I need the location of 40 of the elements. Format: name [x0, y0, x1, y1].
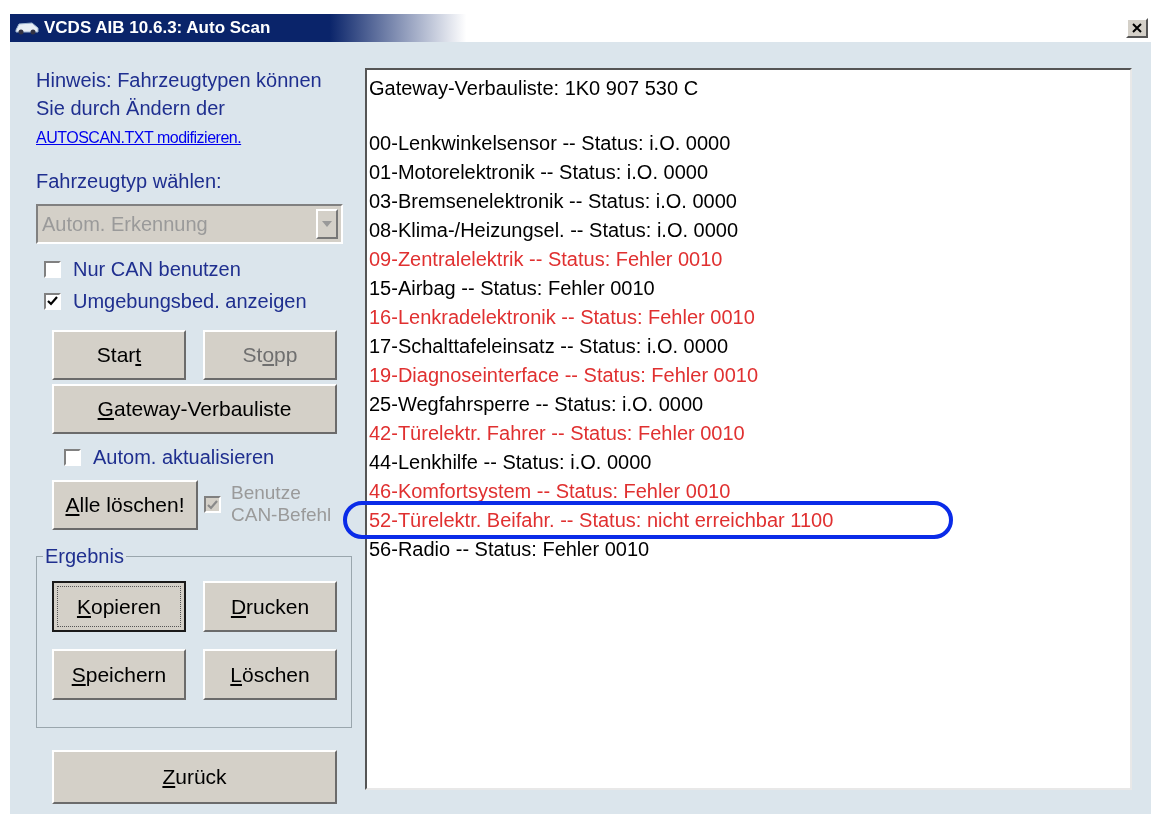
output-line: 25-Wegfahrsperre -- Status: i.O. 0000 [369, 393, 704, 415]
output-line: 16-Lenkradelektronik -- Status: Fehler 0010 [369, 306, 755, 328]
option-label: Nur CAN benutzen [73, 257, 241, 282]
output-line: 46-Komfortsystem -- Status: Fehler 0010 [369, 480, 731, 502]
output-line: 19-Diagnoseinterface -- Status: Fehler 0010 [369, 364, 759, 386]
checkbox[interactable] [64, 448, 81, 466]
output-line: 00-Lenkwinkelsensor -- Status: i.O. 0000 [369, 132, 731, 154]
checkmark-icon [47, 296, 58, 306]
result-button[interactable]: Kopieren [52, 581, 186, 632]
option-label: Umgebungsbed. anzeigen [73, 289, 307, 314]
output-line: 56-Radio -- Status: Fehler 0010 [369, 538, 650, 560]
window-title: VCDS AIB 10.6.3: Auto Scan [44, 17, 271, 40]
close-button[interactable] [1126, 18, 1148, 38]
output-line: 17-Schalttafeleinsatz -- Status: i.O. 0000 [369, 335, 729, 357]
start-button[interactable]: Start [52, 330, 186, 380]
checkbox[interactable] [44, 260, 61, 278]
auto-update-label: Autom. aktualisieren [93, 445, 275, 470]
vehicle-type-label: Fahrzeugtyp wählen: [36, 169, 223, 194]
result-button[interactable]: Löschen [203, 649, 337, 700]
output-line: 42-Türelektr. Fahrer -- Status: Fehler 0010 [369, 422, 745, 444]
checkbox[interactable] [44, 292, 61, 310]
close-icon [1132, 23, 1142, 33]
output-line: 03-Bremsenelektronik -- Status: i.O. 0000 [369, 190, 737, 212]
output-line: 08-Klima-/Heizungsel. -- Status: i.O. 0000 [369, 219, 739, 241]
output-header: Gateway-Verbauliste: 1K0 907 530 C [369, 76, 700, 101]
output-line: 52-Türelektr. Beifahr. -- Status: nicht erreichbar 1100 [369, 509, 834, 531]
output-line: 44-Lenkhilfe -- Status: i.O. 0000 [369, 451, 652, 473]
hint-text: Hinweis: Fahrzeugtypen können Sie durch Ändern der AUTOSCAN.TXT modifizieren. [36, 68, 323, 148]
result-button[interactable]: Speichern [52, 649, 186, 700]
checkmark-icon [207, 499, 218, 510]
can-commands-label: Benutze CAN-Befehl [231, 482, 332, 526]
output-line: 01-Motorelektronik -- Status: i.O. 0000 [369, 161, 709, 183]
output-line: 15-Airbag -- Status: Fehler 0010 [369, 277, 655, 299]
result-button[interactable]: Drucken [203, 581, 337, 632]
autoscan-link[interactable]: AUTOSCAN.TXT modifizieren. [36, 129, 242, 146]
back-button[interactable]: Zurück [52, 750, 337, 804]
car-icon [14, 20, 40, 36]
clear-all-button[interactable]: Alle löschen! [52, 480, 198, 530]
output-line: 09-Zentralelektrik -- Status: Fehler 0010 [369, 248, 723, 270]
gateway-button[interactable]: Gateway-Verbauliste [52, 384, 337, 434]
